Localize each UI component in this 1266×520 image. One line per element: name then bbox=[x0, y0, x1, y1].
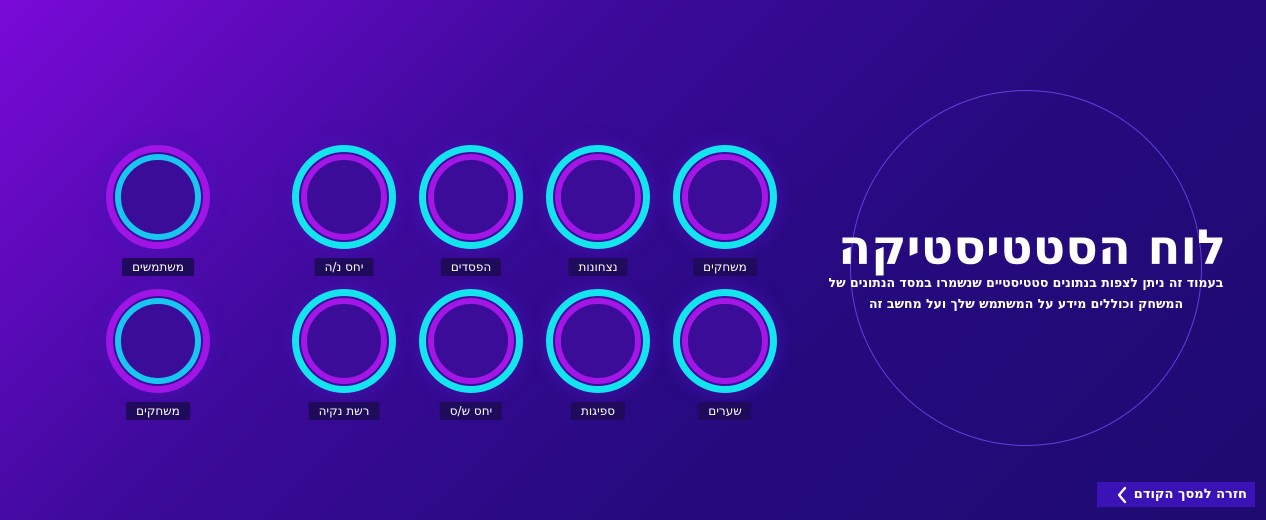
stat-label: משתמשים bbox=[122, 258, 194, 276]
stat-goals-ratio: יחס ש/ס bbox=[411, 289, 531, 439]
stat-ring bbox=[546, 145, 650, 249]
stat-label: שערים bbox=[698, 402, 752, 420]
stat-label: ספיגות bbox=[570, 402, 626, 420]
stat-ring bbox=[292, 289, 396, 393]
back-button-label: חזרה למסך הקודם bbox=[1133, 487, 1247, 502]
stat-label: נצחונות bbox=[568, 258, 628, 276]
chevron-left-icon bbox=[1117, 486, 1126, 503]
stat-users: משתמשים bbox=[98, 145, 218, 295]
back-button[interactable]: חזרה למסך הקודם bbox=[1097, 482, 1255, 507]
stat-ring bbox=[106, 289, 210, 393]
stat-label: יחס נ/ה bbox=[314, 258, 374, 276]
stat-conceded: ספיגות bbox=[538, 289, 658, 439]
stat-label: משחקים bbox=[693, 258, 757, 276]
page-description: בעמוד זה ניתן לצפות בנתונים סטטיסטיים שנ… bbox=[828, 275, 1224, 311]
stat-goals: שערים bbox=[665, 289, 785, 439]
page-title: לוח הסטטיסטיקה bbox=[838, 220, 1226, 276]
stat-label: משחקים bbox=[126, 402, 190, 420]
stat-ring bbox=[419, 145, 523, 249]
stat-ring bbox=[673, 289, 777, 393]
stat-games: משחקים bbox=[665, 145, 785, 295]
stat-label: יחס ש/ס bbox=[439, 402, 503, 420]
stat-label: הפסדים bbox=[440, 258, 502, 276]
stat-ring bbox=[673, 145, 777, 249]
stat-ring bbox=[546, 289, 650, 393]
stat-losses: הפסדים bbox=[411, 145, 531, 295]
stat-label: רשת נקיה bbox=[308, 402, 380, 420]
stat-win-loss-ratio: יחס נ/ה bbox=[284, 145, 404, 295]
stat-ring bbox=[292, 145, 396, 249]
statistics-screen: לוח הסטטיסטיקה בעמוד זה ניתן לצפות בנתונ… bbox=[0, 0, 1266, 520]
stat-clean-sheet: רשת נקיה bbox=[284, 289, 404, 439]
stat-wins: נצחונות bbox=[538, 145, 658, 295]
stat-ring bbox=[419, 289, 523, 393]
stat-games-machine: משחקים bbox=[98, 289, 218, 439]
stat-ring bbox=[106, 145, 210, 249]
